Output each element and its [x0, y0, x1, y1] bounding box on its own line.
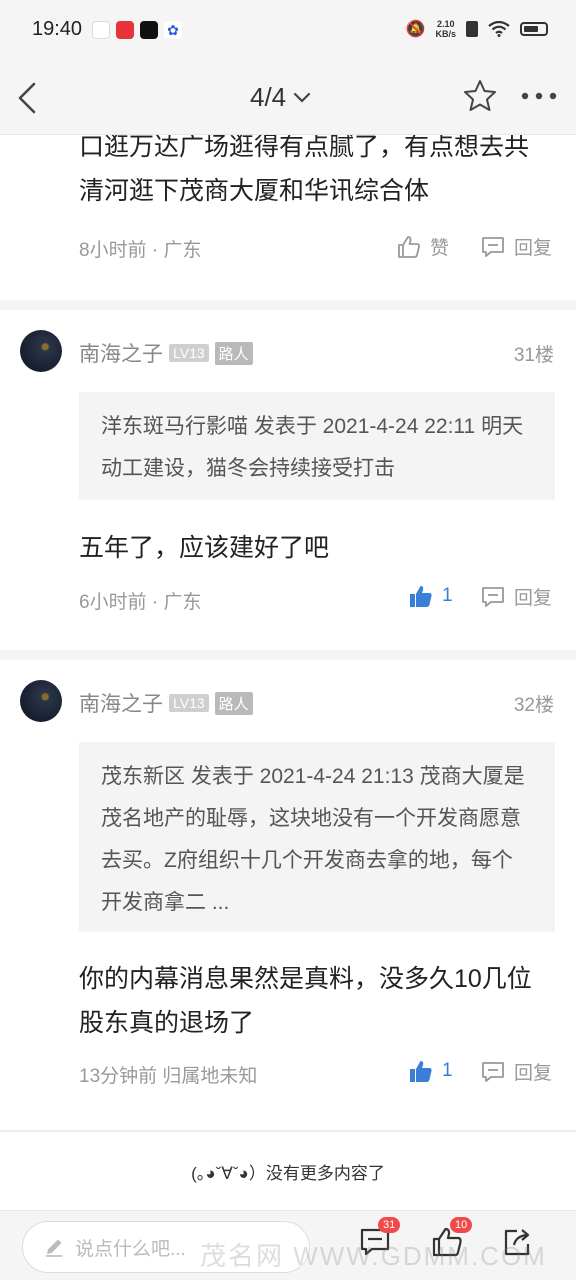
status-indicators: 🔕 2.10 KB/s: [406, 19, 548, 39]
comment-icon: [482, 586, 504, 607]
tiktok-lite-icon: [92, 21, 110, 39]
more-options-icon[interactable]: [520, 84, 558, 108]
comment-list: 口逛万达广场逛得有点腻了，有点想去共清河逛下茂商大厦和华讯综合体 8小时前 · …: [0, 135, 576, 1210]
avatar[interactable]: [20, 330, 62, 372]
xiaohongshu-icon: [116, 21, 134, 39]
reply-label: 回复: [514, 1063, 553, 1084]
comment-input-placeholder: 说点什么吧...: [75, 1238, 186, 1260]
floor-number: 31楼: [513, 345, 554, 366]
reply-button[interactable]: 回复: [480, 233, 552, 260]
author-line: 南海之子 LV13 路人: [79, 338, 253, 368]
like-button[interactable]: 1: [408, 583, 453, 609]
role-badge: 路人: [214, 341, 253, 365]
thumbs-up-filled-icon: [410, 1061, 432, 1082]
back-icon[interactable]: [14, 78, 44, 118]
like-count-badge: 10: [450, 1217, 473, 1233]
author-name[interactable]: 南海之子: [79, 338, 163, 368]
reply-button[interactable]: 回复: [480, 583, 552, 610]
like-count: 1: [442, 585, 453, 606]
comment-meta: 13分钟前 归属地未知: [79, 1066, 258, 1087]
like-label: 赞: [430, 238, 450, 259]
comment-icon: [482, 236, 504, 257]
comment-body: 你的内幕消息果然是真料，没多久10几位股东真的退场了: [79, 965, 532, 1037]
previous-post-text: 口逛万达广场逛得有点腻了，有点想去共清河逛下茂商大厦和华讯综合体: [79, 135, 530, 205]
network-speed: 2.10 KB/s: [435, 19, 456, 39]
tiktok-icon: [140, 21, 158, 39]
like-count: 1: [442, 1060, 453, 1081]
comment-count-badge: 31: [378, 1217, 401, 1233]
reply-label: 回复: [514, 588, 553, 609]
baidu-icon: ✿: [164, 21, 182, 39]
level-badge: LV13: [169, 694, 209, 712]
status-bar: 19:40 ✿ 🔕 2.10 KB/s: [0, 0, 576, 60]
chevron-down-icon: [294, 92, 311, 103]
end-of-list-note: (｡◕ˇ∀ˇ◕）没有更多内容了: [191, 1164, 385, 1183]
quoted-comment[interactable]: 茂东新区 发表于 2021-4-24 21:13 茂商大厦是茂名地产的耻辱，这块…: [79, 742, 555, 932]
previous-post-meta: 8小时前 · 广东: [79, 240, 202, 261]
reply-button[interactable]: 回复: [480, 1058, 552, 1085]
divider: [0, 300, 576, 310]
comment-item: 南海之子 LV13 路人 32楼 茂东新区 发表于 2021-4-24 21:1…: [0, 660, 576, 1130]
divider: [0, 650, 576, 660]
like-button[interactable]: 1: [408, 1058, 453, 1084]
battery-icon: [520, 22, 548, 36]
comment-meta: 6小时前 · 广东: [79, 592, 202, 613]
comment-icon: [482, 1061, 504, 1082]
reply-label: 回复: [514, 238, 553, 259]
page-selector[interactable]: 4/4: [250, 82, 312, 113]
role-badge: 路人: [214, 691, 253, 715]
thumbs-up-filled-icon: [410, 586, 432, 607]
thumbs-up-outline-icon: [398, 235, 420, 258]
sim-off-icon: [466, 21, 478, 37]
comment-body: 五年了，应该建好了吧: [79, 534, 330, 562]
level-badge: LV13: [169, 344, 209, 362]
author-line: 南海之子 LV13 路人: [79, 688, 253, 718]
status-app-icons: ✿: [92, 21, 182, 39]
favorite-star-icon[interactable]: [462, 78, 498, 114]
pencil-icon: [46, 1239, 62, 1257]
mute-icon: 🔕: [405, 21, 426, 38]
nav-bar: 4/4: [0, 60, 576, 135]
divider: [0, 1130, 576, 1132]
author-name[interactable]: 南海之子: [79, 688, 163, 718]
site-watermark: 茂名网 WWW.GDMM.COM: [200, 1241, 547, 1271]
avatar[interactable]: [20, 680, 62, 722]
floor-number: 32楼: [513, 695, 554, 716]
quoted-comment[interactable]: 洋东斑马行影喵 发表于 2021-4-24 22:11 明天动工建设，猫冬会持续…: [79, 392, 555, 500]
comment-item: 南海之子 LV13 路人 31楼 洋东斑马行影喵 发表于 2021-4-24 2…: [0, 310, 576, 650]
like-button[interactable]: 赞: [396, 233, 449, 260]
wifi-icon: [488, 21, 510, 37]
page-indicator: 4/4: [250, 82, 287, 112]
status-time: 19:40: [32, 18, 83, 40]
